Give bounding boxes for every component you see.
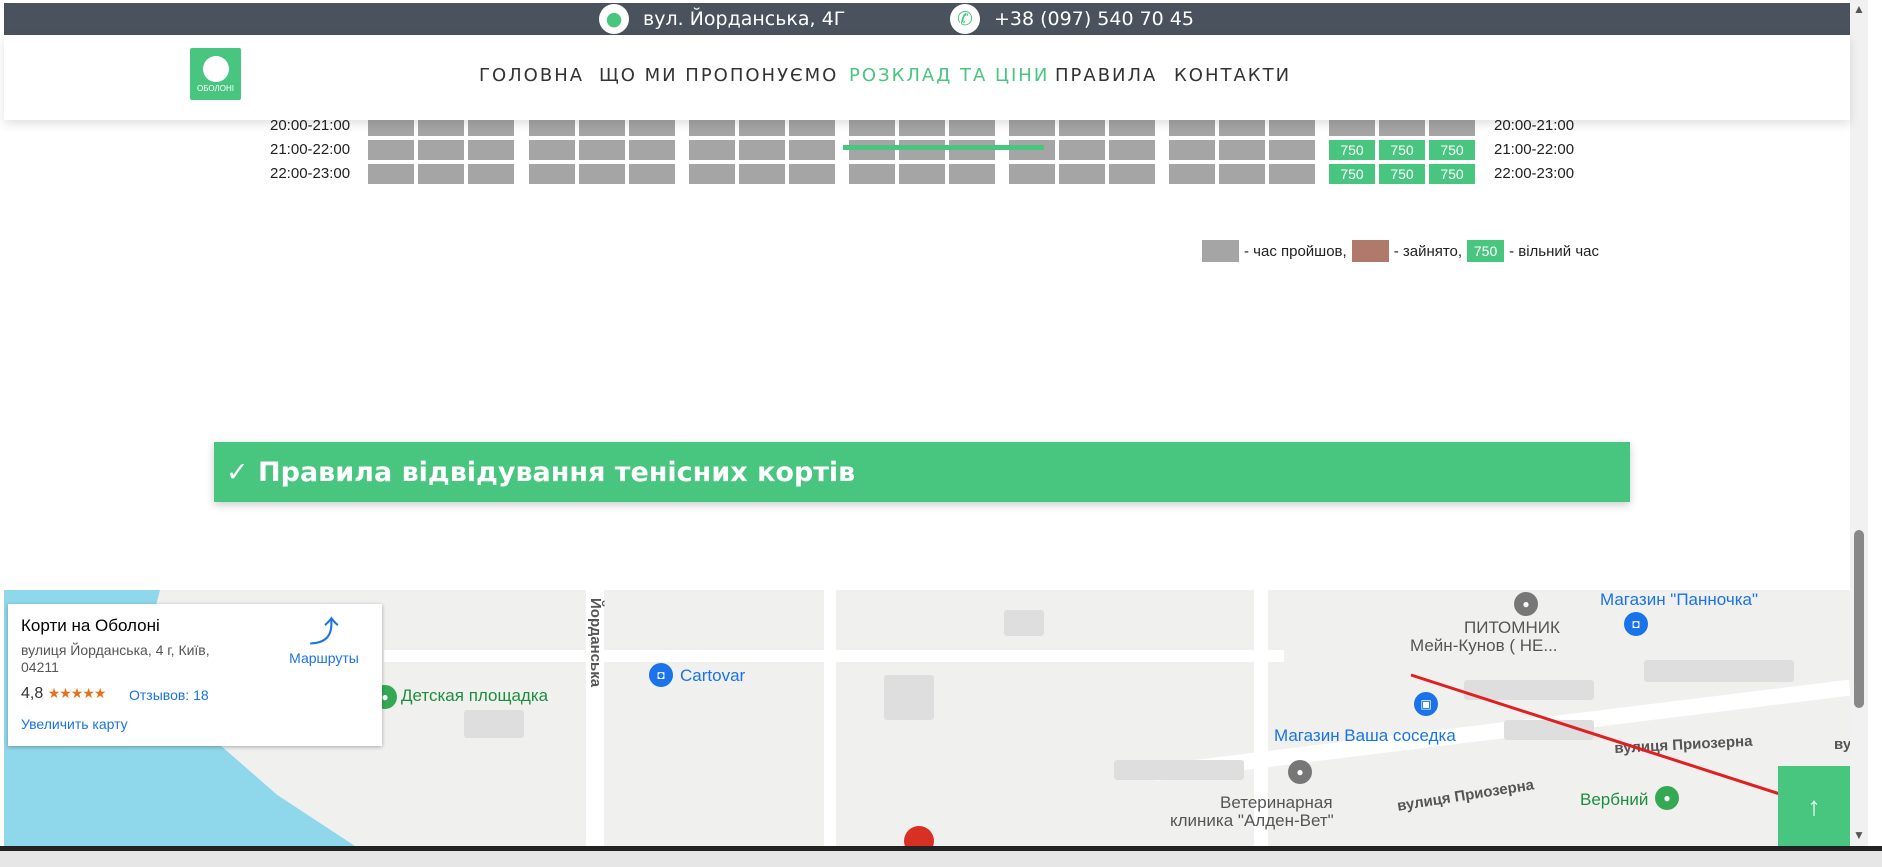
slot-past [529,164,575,184]
slot-past [1059,140,1105,160]
legend-busy-swatch [1351,240,1389,262]
nav-offers[interactable]: ЩО МИ ПРОПОНУЄМО [599,65,838,86]
window-bottom-bar [0,846,1882,867]
slot-past [468,140,514,160]
slot-past [1169,140,1215,160]
time-label-right: 22:00-23:00 [1494,165,1575,182]
page: 20:00-21:00 20:00-21:00 21:00-22:00 21:00-2… [0,0,1882,867]
tennis-ball-icon [202,55,229,82]
annotation-arrow-line [1410,673,1787,798]
rating-stars-icon: ★★★★★ [47,685,107,701]
window-edge [1868,0,1882,867]
slot-past [1269,140,1315,160]
slot-past [368,164,414,184]
phone-icon: ✆ [950,4,980,34]
slot-free[interactable]: 750 [1329,140,1375,160]
slot-past [418,140,464,160]
legend-free-swatch: 750 [1467,240,1505,262]
map-pin-icon: ● [599,4,629,34]
slot-free[interactable]: 750 [1429,164,1475,184]
legend-past-swatch [1202,240,1239,262]
slot-past [529,140,575,160]
slot-past [689,164,735,184]
slot-past [1169,164,1215,184]
slot-past [899,140,945,160]
slot-past [1269,164,1315,184]
slot-past [789,164,835,184]
nav-home[interactable]: ГОЛОВНА [479,65,584,86]
time-label-left: 22:00-23:00 [270,165,351,182]
schedule-legend: - час пройшов, - зайнято, 750 - вільний … [1202,240,1604,262]
site-header: ОБОЛОНІ ГОЛОВНА ЩО МИ ПРОПОНУЄМО РОЗКЛАД… [4,35,1850,150]
address-text: вул. Йорданська, 4Г [643,8,846,30]
scroll-down-icon[interactable]: ▼ [1853,828,1865,842]
slot-past [849,164,895,184]
slot-past [1109,164,1155,184]
slot-free[interactable]: 750 [1329,164,1375,184]
slot-past [949,164,995,184]
nav-rules[interactable]: ПРАВИЛА [1055,65,1157,86]
slot-past [739,164,785,184]
top-info-bar: ● вул. Йорданська, 4Г ✆ +38 (097) 540 70… [4,3,1850,35]
reviews-link[interactable]: Отзывов: 18 [129,687,209,703]
place-address: вулиця Йорданська, 4 г, Київ, 04211 [21,642,210,675]
legend-free-text: - вільний час [1509,242,1599,260]
slot-past [629,140,675,160]
rating-value: 4,8 [21,685,44,702]
place-rating: 4,8 ★★★★★ [21,685,107,703]
slot-past [849,140,895,160]
directions-label: Маршруты [289,650,359,666]
slot-past [368,140,414,160]
slot-past [468,164,514,184]
nav-contacts[interactable]: КОНТАКТИ [1174,65,1291,86]
slot-free[interactable]: 750 [1379,164,1425,184]
slot-past [949,140,995,160]
slot-past [1109,140,1155,160]
legend-busy-text: - зайнято, [1393,242,1463,260]
nav-active-underline [843,145,1044,150]
slot-past [418,164,464,184]
place-name: Корти на Оболоні [21,616,160,635]
phone-text: +38 (097) 540 70 45 [994,8,1194,30]
time-label-left: 21:00-22:00 [270,141,351,158]
address-item[interactable]: ● вул. Йорданська, 4Г [599,3,845,35]
slot-past [739,140,785,160]
slot-free[interactable]: 750 [1379,140,1425,160]
slot-past [1059,164,1105,184]
enlarge-map-link[interactable]: Увеличить карту [21,716,128,732]
time-label-right: 21:00-22:00 [1494,141,1575,158]
phone-item[interactable]: ✆ +38 (097) 540 70 45 [950,3,1194,35]
slot-past [689,140,735,160]
scroll-up-icon[interactable]: ▲ [1853,2,1865,16]
legend-past-text: - час пройшов, [1244,242,1347,260]
slot-past [899,164,945,184]
scroll-to-top-button[interactable]: ↑ [1778,766,1850,846]
map-info-card: Корти на Оболоні вулиця Йорданська, 4 г,… [8,604,382,746]
slot-past [579,164,625,184]
slot-past [629,164,675,184]
site-logo[interactable]: ОБОЛОНІ [190,48,241,100]
page-scrollbar[interactable]: ▲ ▼ [1850,0,1868,846]
rules-banner[interactable]: ✓ Правила відвідування тенісних кортів [214,442,1630,502]
slot-past [1219,164,1265,184]
slot-past [789,140,835,160]
arrow-up-icon: ↑ [1807,790,1821,821]
directions-button[interactable]: ⤴ Маршруты [284,616,364,666]
scrollbar-thumb[interactable] [1854,530,1864,708]
slot-past [1009,164,1055,184]
nav-schedule-prices[interactable]: РОЗКЛАД ТА ЦІНИ [849,65,1049,86]
slot-past [1009,140,1055,160]
slot-past [579,140,625,160]
logo-text: ОБОЛОНІ [197,83,234,93]
slot-past [1219,140,1265,160]
slot-free[interactable]: 750 [1429,140,1475,160]
directions-icon: ⤴ [309,616,339,649]
